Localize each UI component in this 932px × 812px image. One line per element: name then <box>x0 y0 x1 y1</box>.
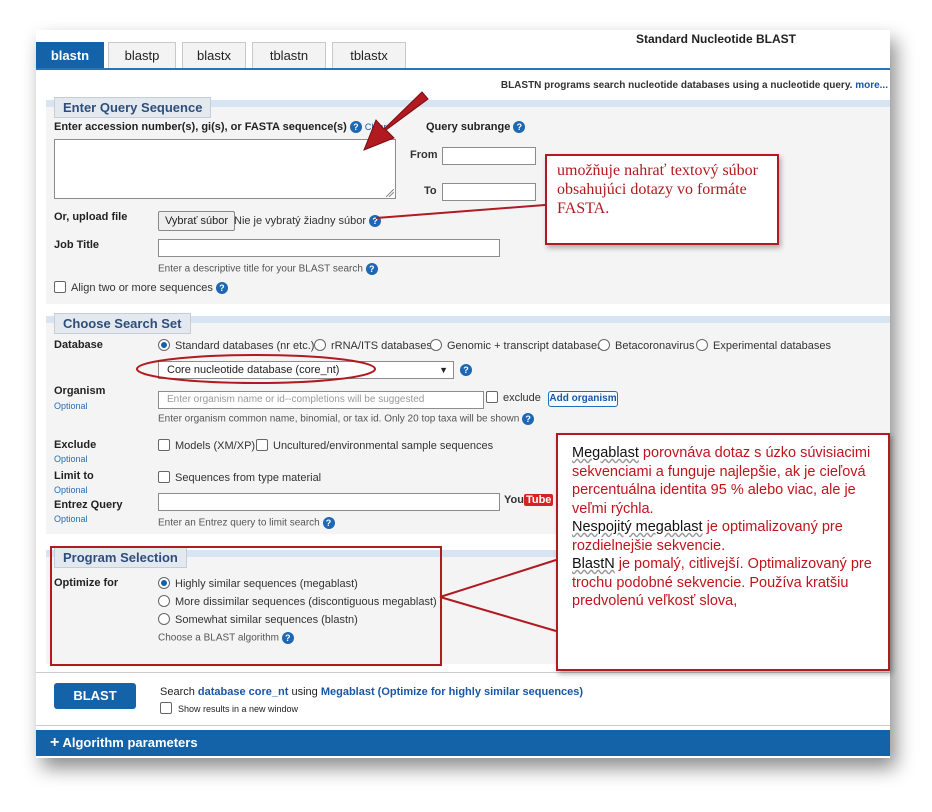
callout-line <box>439 559 557 598</box>
callout-line <box>375 204 546 219</box>
program-selection-highlight <box>50 546 442 666</box>
annotation-overlay <box>136 91 557 632</box>
callout-line <box>439 596 557 632</box>
program-annotation: Megablast porovnáva dotaz s úzko súvisia… <box>556 433 890 671</box>
red-arrow-icon <box>363 91 429 151</box>
upload-annotation: umožňuje nahrať textový súbor obsahujúci… <box>545 154 779 245</box>
highlight-ellipse <box>136 354 376 384</box>
